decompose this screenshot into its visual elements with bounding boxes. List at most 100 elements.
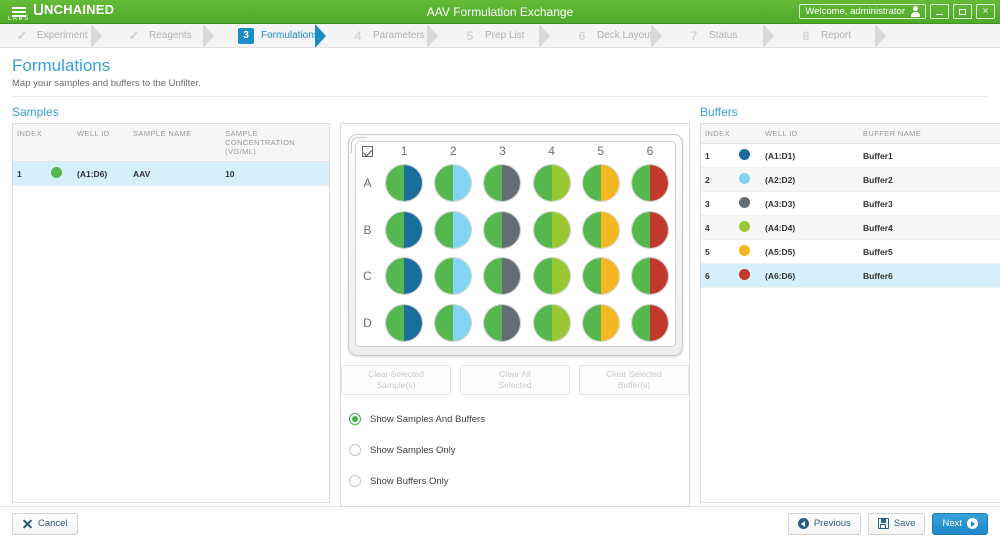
well-sample-half [435,305,453,341]
color-dot [739,221,750,232]
step-chevron [763,24,785,47]
previous-button[interactable]: Previous [788,513,861,535]
plate-well-C1[interactable] [385,257,423,295]
radio-button[interactable] [349,413,361,425]
well-buffer-half [502,258,520,294]
step-chevron [203,24,225,47]
table-row[interactable]: 5(A5:D5)Buffer5 [701,240,1000,264]
well-buffer-half [502,165,520,201]
table-row[interactable]: 3(A3:D3)Buffer3 [701,192,1000,216]
plate-well-D2[interactable] [434,304,472,342]
breadcrumb-step-report[interactable]: 8Report [784,24,896,47]
step-label: Status [709,30,737,41]
well-sample-half [435,258,453,294]
samples-col-index: INDEX [13,124,47,162]
radio-label: Show Samples And Buffers [370,414,485,425]
plate-well-A2[interactable] [434,164,472,202]
plate-well-A4[interactable] [533,164,571,202]
plate-well-B6[interactable] [631,211,669,249]
plate-column-header-1[interactable]: 1 [401,144,408,158]
plate-well-B1[interactable] [385,211,423,249]
user-menu[interactable]: Welcome, administrator [799,4,926,19]
well-sample-half [632,258,650,294]
next-button[interactable]: Next [932,513,988,535]
plate-well-C2[interactable] [434,257,472,295]
breadcrumb-step-reagents[interactable]: ✓Reagents [112,24,224,47]
plate-column-header-2[interactable]: 2 [450,144,457,158]
plate-well-B4[interactable] [533,211,571,249]
clear-button-clear-selected[interactable]: Clear SelectedBuffer(s) [579,365,689,395]
well-sample-half [534,165,552,201]
clear-button-clear-selected[interactable]: Clear SelectedSample(s) [341,365,451,395]
plate-well-A3[interactable] [483,164,521,202]
plate-row-header-C[interactable]: C [363,269,372,283]
logo-u-mark [34,4,43,15]
sample-color-swatch [47,162,73,186]
plate-column-header-6[interactable]: 6 [647,144,654,158]
breadcrumb-step-deck-layout[interactable]: 6Deck Layout [560,24,672,47]
welcome-label: Welcome, administrator [805,6,905,17]
well-sample-half [484,165,502,201]
breadcrumb-step-parameters[interactable]: 4Parameters [336,24,448,47]
radio-button[interactable] [349,475,361,487]
samples-heading: Samples [12,105,330,119]
plate-column-header-5[interactable]: 5 [597,144,604,158]
plate-well-B2[interactable] [434,211,472,249]
well-buffer-half [601,212,619,248]
table-row[interactable]: 1(A1:D6)AAV10 [13,162,329,186]
plate-well-C4[interactable] [533,257,571,295]
plate-well-D1[interactable] [385,304,423,342]
maximize-button[interactable] [953,4,972,19]
plate-well-C5[interactable] [582,257,620,295]
radio-option-show-samples-and-buffers[interactable]: Show Samples And Buffers [349,413,485,425]
table-row[interactable]: 6(A6:D6)Buffer6 [701,264,1000,288]
plate-well-A5[interactable] [582,164,620,202]
plate-well-D4[interactable] [533,304,571,342]
breadcrumb-step-experiment[interactable]: ✓Experiment [0,24,112,47]
breadcrumb-step-status[interactable]: 7Status [672,24,784,47]
breadcrumb-step-formulations[interactable]: 3Formulations [224,24,336,47]
buffer-color-swatch [735,264,761,288]
plate-row-header-A[interactable]: A [363,176,371,190]
plate-well-B3[interactable] [483,211,521,249]
minimize-button[interactable] [930,4,949,19]
radio-button[interactable] [349,444,361,456]
step-label: Experiment [37,30,88,41]
radio-option-show-samples-only[interactable]: Show Samples Only [349,444,485,456]
table-row[interactable]: 1(A1:D1)Buffer1 [701,144,1000,168]
table-row[interactable]: 2(A2:D2)Buffer2 [701,168,1000,192]
plate-well-A6[interactable] [631,164,669,202]
plate-row-header-B[interactable]: B [363,223,371,237]
plate-well-B5[interactable] [582,211,620,249]
radio-option-show-buffers-only[interactable]: Show Buffers Only [349,475,485,487]
arrow-right-icon [967,518,978,529]
plate-column-header-3[interactable]: 3 [499,144,506,158]
clear-button-clear-all[interactable]: Clear AllSelected [460,365,570,395]
buffer-well-id: (A1:D1) [761,144,859,168]
plate-well-D3[interactable] [483,304,521,342]
plate-well-D6[interactable] [631,304,669,342]
samples-col-color [47,124,73,162]
step-badge: 8 [798,28,814,44]
buffer-color-swatch [735,168,761,192]
plate-well-C3[interactable] [483,257,521,295]
plate-well-A1[interactable] [385,164,423,202]
well-grid: 1 2 3 4 5 6 A B C D [356,142,675,346]
close-button[interactable]: × [976,4,995,19]
buffer-name: Buffer5 [859,240,1000,264]
plate-well-C6[interactable] [631,257,669,295]
table-row[interactable]: 4(A4:D4)Buffer4 [701,216,1000,240]
plate-well-D5[interactable] [582,304,620,342]
step-chevron [651,24,673,47]
plate-panel: 1 2 3 4 5 6 A B C D Clear SelectedSample(s) Clear … [340,123,690,507]
plate-row-header-D[interactable]: D [363,316,372,330]
save-button[interactable]: Save [868,513,926,535]
well-buffer-half [404,258,422,294]
breadcrumb-step-prep-list[interactable]: 5Prep List [448,24,560,47]
cancel-button[interactable]: Cancel [12,513,78,535]
select-all-checkbox[interactable] [362,146,373,157]
application-window: NCHAINED LABS AAV Formulation Exchange W… [0,0,1000,540]
plate-column-header-4[interactable]: 4 [548,144,555,158]
radio-label: Show Buffers Only [370,476,449,487]
step-badge: 4 [350,28,366,44]
